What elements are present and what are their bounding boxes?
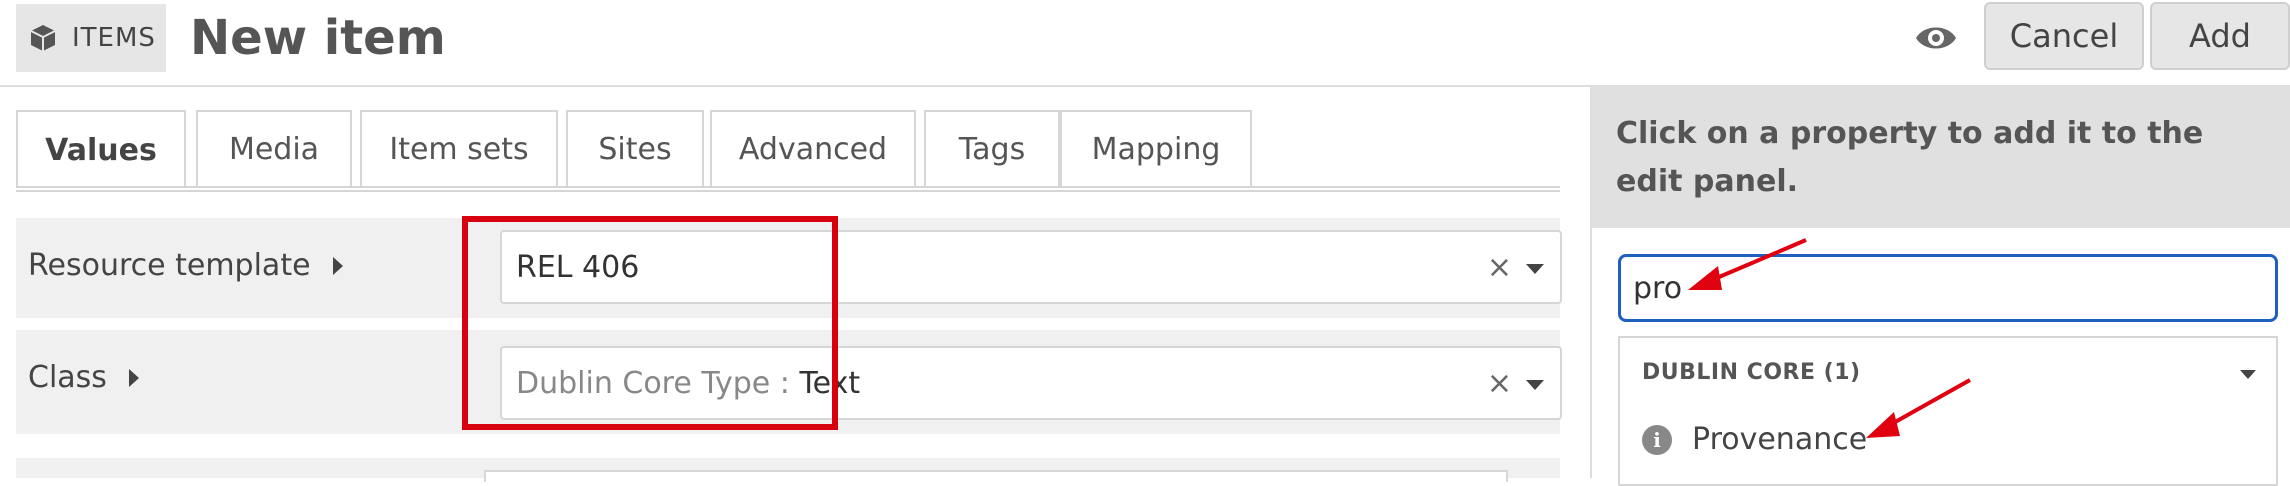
sidebar-header: Click on a property to add it to the edi… bbox=[1592, 86, 2290, 228]
search-value: pro bbox=[1633, 270, 1683, 306]
property-sidebar: Click on a property to add it to the edi… bbox=[1590, 86, 2290, 486]
breadcrumb-label: ITEMS bbox=[72, 23, 156, 53]
next-field bbox=[484, 470, 1508, 482]
chevron-down-icon[interactable] bbox=[2240, 370, 2256, 379]
sidebar-instructions: Click on a property to add it to the edi… bbox=[1616, 116, 2204, 199]
caret-right-icon bbox=[128, 368, 139, 387]
page-title: New item bbox=[190, 10, 446, 66]
tab-media[interactable]: Media bbox=[196, 110, 352, 186]
resource-template-label[interactable]: Resource template bbox=[28, 248, 343, 283]
tab-divider bbox=[16, 186, 1560, 188]
tab-item-sets[interactable]: Item sets bbox=[360, 110, 558, 186]
clear-icon[interactable]: × bbox=[1487, 366, 1512, 401]
add-button[interactable]: Add bbox=[2150, 2, 2290, 70]
group-title[interactable]: DUBLIN CORE (1) bbox=[1642, 360, 1861, 385]
breadcrumb-items[interactable]: ITEMS bbox=[16, 4, 166, 72]
eye-icon[interactable] bbox=[1914, 20, 1958, 56]
class-label-text: Class bbox=[28, 360, 107, 395]
resource-template-text: Resource template bbox=[28, 248, 311, 283]
property-search-input[interactable]: pro bbox=[1618, 254, 2278, 322]
tab-advanced[interactable]: Advanced bbox=[710, 110, 916, 186]
tab-values[interactable]: Values bbox=[16, 110, 186, 188]
tab-tags[interactable]: Tags bbox=[924, 110, 1060, 186]
property-item-provenance[interactable]: i Provenance bbox=[1642, 422, 1867, 457]
class-label[interactable]: Class bbox=[28, 360, 139, 395]
tab-mapping[interactable]: Mapping bbox=[1060, 110, 1252, 186]
next-row bbox=[16, 458, 1560, 482]
page-header: ITEMS New item Cancel Add bbox=[0, 0, 2290, 87]
info-icon[interactable]: i bbox=[1642, 424, 1672, 455]
cube-icon bbox=[30, 25, 56, 51]
chevron-down-icon[interactable] bbox=[1526, 380, 1544, 390]
cancel-button[interactable]: Cancel bbox=[1984, 2, 2144, 70]
clear-icon[interactable]: × bbox=[1487, 250, 1512, 285]
property-name: Provenance bbox=[1692, 422, 1868, 457]
property-group-dublin-core: DUBLIN CORE (1) i Provenance bbox=[1618, 336, 2278, 486]
tab-sites[interactable]: Sites bbox=[566, 110, 704, 186]
caret-right-icon bbox=[332, 256, 343, 275]
highlight-box bbox=[462, 216, 838, 430]
tab-divider-lower bbox=[16, 190, 1560, 192]
chevron-down-icon[interactable] bbox=[1526, 264, 1544, 274]
